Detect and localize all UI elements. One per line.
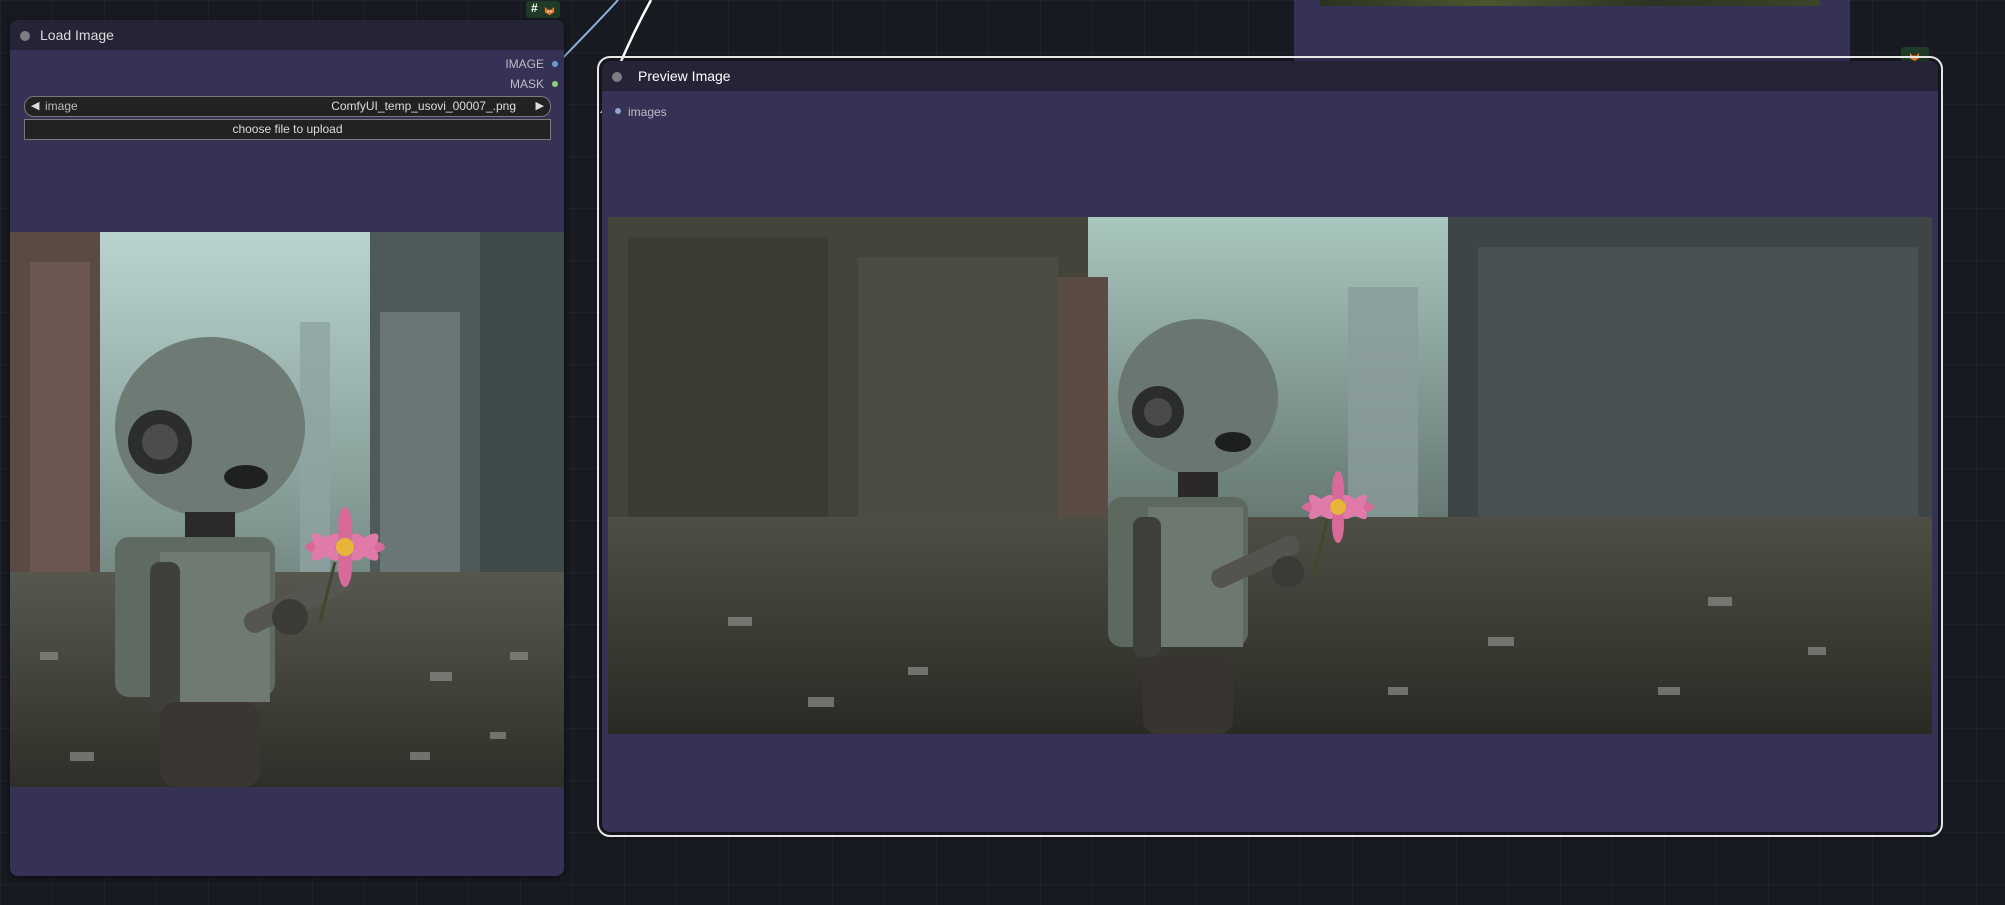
badge-hash: # [531,1,538,15]
image-combo-widget[interactable]: ◀ image ComfyUI_temp_usovi_00007_.png ▶ [24,96,551,117]
node-header[interactable]: Load Image [10,20,564,50]
output-slot-image[interactable] [552,61,558,67]
output-label-mask: MASK [509,77,544,91]
node-badge: # [526,1,560,18]
output-slot-mask[interactable] [552,81,558,87]
node-title: Load Image [40,27,114,43]
offscreen-node-image-strip [1320,0,1820,6]
load-image-node[interactable]: Load Image IMAGE MASK ◀ image ComfyUI_te… [10,20,564,876]
offscreen-node-partial[interactable] [1294,0,1850,64]
node-title: Preview Image [638,68,731,84]
upload-button[interactable]: choose file to upload [24,119,551,140]
loaded-image-preview [10,232,564,787]
preview-image-display [608,217,1932,734]
output-label-image: IMAGE [505,57,544,71]
robot-flower-wide-image [608,217,1932,734]
preview-image-node[interactable]: Preview Image images [597,56,1943,837]
combo-prev-arrow-icon[interactable]: ◀ [31,99,39,112]
preview-link-wire [617,0,653,67]
combo-name: image [45,99,78,113]
input-slot-images[interactable] [615,108,621,114]
collapse-dot-icon[interactable] [20,31,30,41]
combo-value: ComfyUI_temp_usovi_00007_.png [331,99,516,113]
node-header[interactable]: Preview Image [602,61,1938,91]
combo-next-arrow-icon[interactable]: ▶ [536,99,544,112]
image-link-wire [556,0,619,65]
input-label-images: images [628,105,667,119]
fox-icon [544,6,555,16]
collapse-dot-icon[interactable] [612,72,622,82]
robot-flower-image [10,232,564,787]
